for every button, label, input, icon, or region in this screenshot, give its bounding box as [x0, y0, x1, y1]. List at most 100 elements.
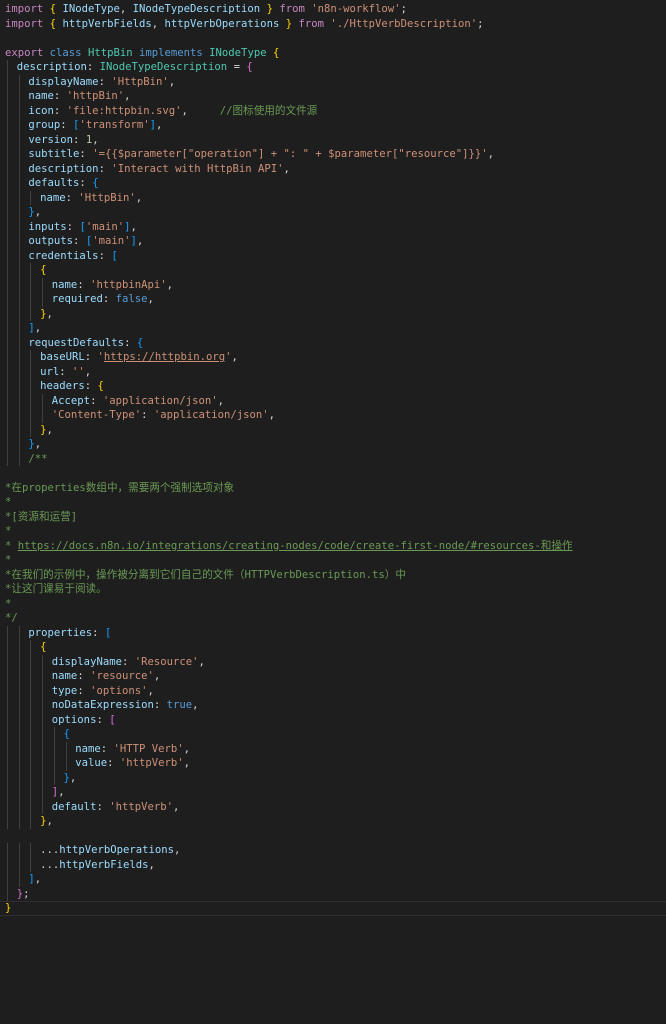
indent-guide	[7, 263, 8, 278]
indent-guide	[42, 683, 44, 698]
code-line[interactable]: properties: [	[0, 625, 666, 640]
code-line[interactable]: *	[0, 553, 666, 568]
code-line[interactable]	[0, 466, 666, 481]
code-token: ,	[192, 699, 199, 711]
code-token: requestDefaults	[28, 336, 125, 349]
code-line[interactable]: {	[0, 640, 666, 655]
code-line[interactable]: default: 'httpVerb',	[0, 799, 666, 814]
indent-guide	[7, 306, 8, 321]
code-line[interactable]: * https://docs.n8n.io/integrations/creat…	[0, 539, 666, 554]
indent-guide	[7, 321, 8, 336]
indent-guide	[30, 712, 32, 727]
code-line[interactable]: import { httpVerbFields, httpVerbOperati…	[0, 17, 666, 32]
code-line[interactable]: noDataExpression: true,	[0, 698, 666, 713]
indent-guide	[18, 248, 20, 263]
code-editor[interactable]: import { INodeType, INodeTypeDescription…	[0, 0, 666, 1024]
code-line[interactable]: description: INodeTypeDescription = {	[0, 60, 666, 75]
code-line[interactable]: subtitle: '={{$parameter["operation"] + …	[0, 147, 666, 162]
code-line[interactable]: /**	[0, 451, 666, 466]
code-line[interactable]: credentials: [	[0, 248, 666, 263]
code-line[interactable]: *在properties数组中，需要两个强制选项对象	[0, 481, 666, 496]
code-line[interactable]	[0, 829, 666, 844]
code-line[interactable]: requestDefaults: {	[0, 335, 666, 350]
code-line[interactable]: ],	[0, 785, 666, 800]
code-line[interactable]: options: [	[0, 712, 666, 727]
code-line[interactable]: },	[0, 422, 666, 437]
indent-guide	[7, 60, 8, 75]
code-token: ,	[153, 670, 161, 682]
indent-guide	[18, 814, 20, 829]
code-line[interactable]: },	[0, 770, 666, 785]
code-line[interactable]: {	[0, 727, 666, 742]
code-token: ...	[40, 858, 60, 871]
code-line[interactable]: */	[0, 611, 666, 626]
code-token: ,	[34, 322, 42, 334]
code-line[interactable]: version: 1,	[0, 132, 666, 147]
code-token: 'options'	[90, 684, 148, 697]
code-line[interactable]: Accept: 'application/json',	[0, 393, 666, 408]
code-line[interactable]: inputs: ['main'],	[0, 219, 666, 234]
indent-guide	[53, 741, 55, 756]
code-line[interactable]: },	[0, 306, 666, 321]
indent-guide	[18, 219, 20, 234]
indent-guide	[18, 654, 20, 669]
code-line[interactable]: },	[0, 437, 666, 452]
code-line[interactable]: name: 'httpbinApi',	[0, 277, 666, 292]
code-line[interactable]: }	[0, 901, 666, 916]
code-token: :	[107, 757, 120, 769]
code-line[interactable]: ],	[0, 872, 666, 887]
code-token: HttpBin	[87, 46, 133, 59]
code-line[interactable]: 'Content-Type': 'application/json',	[0, 408, 666, 423]
code-line[interactable]: headers: {	[0, 379, 666, 394]
indent-guide	[7, 292, 8, 307]
code-line[interactable]: name: 'HttpBin',	[0, 190, 666, 205]
code-line[interactable]: type: 'options',	[0, 683, 666, 698]
code-line[interactable]: ...httpVerbOperations,	[0, 843, 666, 858]
code-line[interactable]: name: 'resource',	[0, 669, 666, 684]
code-line[interactable]: },	[0, 814, 666, 829]
code-line[interactable]: },	[0, 205, 666, 220]
code-token[interactable]: https://docs.n8n.io/integrations/creatin…	[18, 540, 573, 552]
code-line[interactable]: *	[0, 524, 666, 539]
indent-guide	[7, 814, 8, 829]
code-token: ,	[34, 438, 42, 450]
code-token[interactable]: https://httpbin.org	[104, 351, 225, 363]
code-line[interactable]: };	[0, 886, 666, 901]
indent-guide	[7, 785, 8, 800]
code-line[interactable]	[0, 31, 666, 46]
code-line[interactable]: outputs: ['main'],	[0, 234, 666, 249]
code-token: ,	[119, 3, 133, 15]
code-line[interactable]: required: false,	[0, 292, 666, 307]
code-line[interactable]: url: '',	[0, 364, 666, 379]
code-line[interactable]: name: 'httpBin',	[0, 89, 666, 104]
code-line[interactable]: *	[0, 495, 666, 510]
code-token: 'Interact with HttpBin API'	[111, 162, 284, 175]
code-line[interactable]: baseURL: 'https://httpbin.org',	[0, 350, 666, 365]
indent-guide	[30, 698, 32, 713]
code-line[interactable]: displayName: 'Resource',	[0, 654, 666, 669]
code-line[interactable]: group: ['transform'],	[0, 118, 666, 133]
indent-guide	[18, 321, 20, 336]
code-line[interactable]: ],	[0, 321, 666, 336]
code-line[interactable]: import { INodeType, INodeTypeDescription…	[0, 2, 666, 17]
indent-guide	[30, 741, 32, 756]
code-token: ,	[198, 655, 205, 668]
code-line[interactable]: *在我们的示例中，操作被分离到它们自己的文件（HTTPVerbDescripti…	[0, 568, 666, 583]
code-line[interactable]: displayName: 'HttpBin',	[0, 74, 666, 89]
code-token: httpVerbFields	[59, 858, 149, 871]
code-token: description	[16, 61, 87, 73]
code-line[interactable]: *让这门课易于阅读。	[0, 582, 666, 597]
code-line[interactable]: {	[0, 263, 666, 278]
code-token: ,	[34, 206, 42, 218]
indent-guide	[7, 437, 8, 452]
code-line[interactable]: description: 'Interact with HttpBin API'…	[0, 161, 666, 176]
code-line[interactable]: value: 'httpVerb',	[0, 756, 666, 771]
code-line[interactable]: icon: 'file:httpbin.svg', //图标使用的文件源	[0, 103, 666, 118]
code-line[interactable]: *	[0, 597, 666, 612]
code-line[interactable]: ...httpVerbFields,	[0, 857, 666, 872]
code-line[interactable]: name: 'HTTP Verb',	[0, 741, 666, 756]
code-line[interactable]: export class HttpBin implements INodeTyp…	[0, 46, 666, 61]
code-line[interactable]: defaults: {	[0, 176, 666, 191]
code-token: name	[51, 670, 78, 682]
code-line[interactable]: *[资源和运营]	[0, 510, 666, 525]
